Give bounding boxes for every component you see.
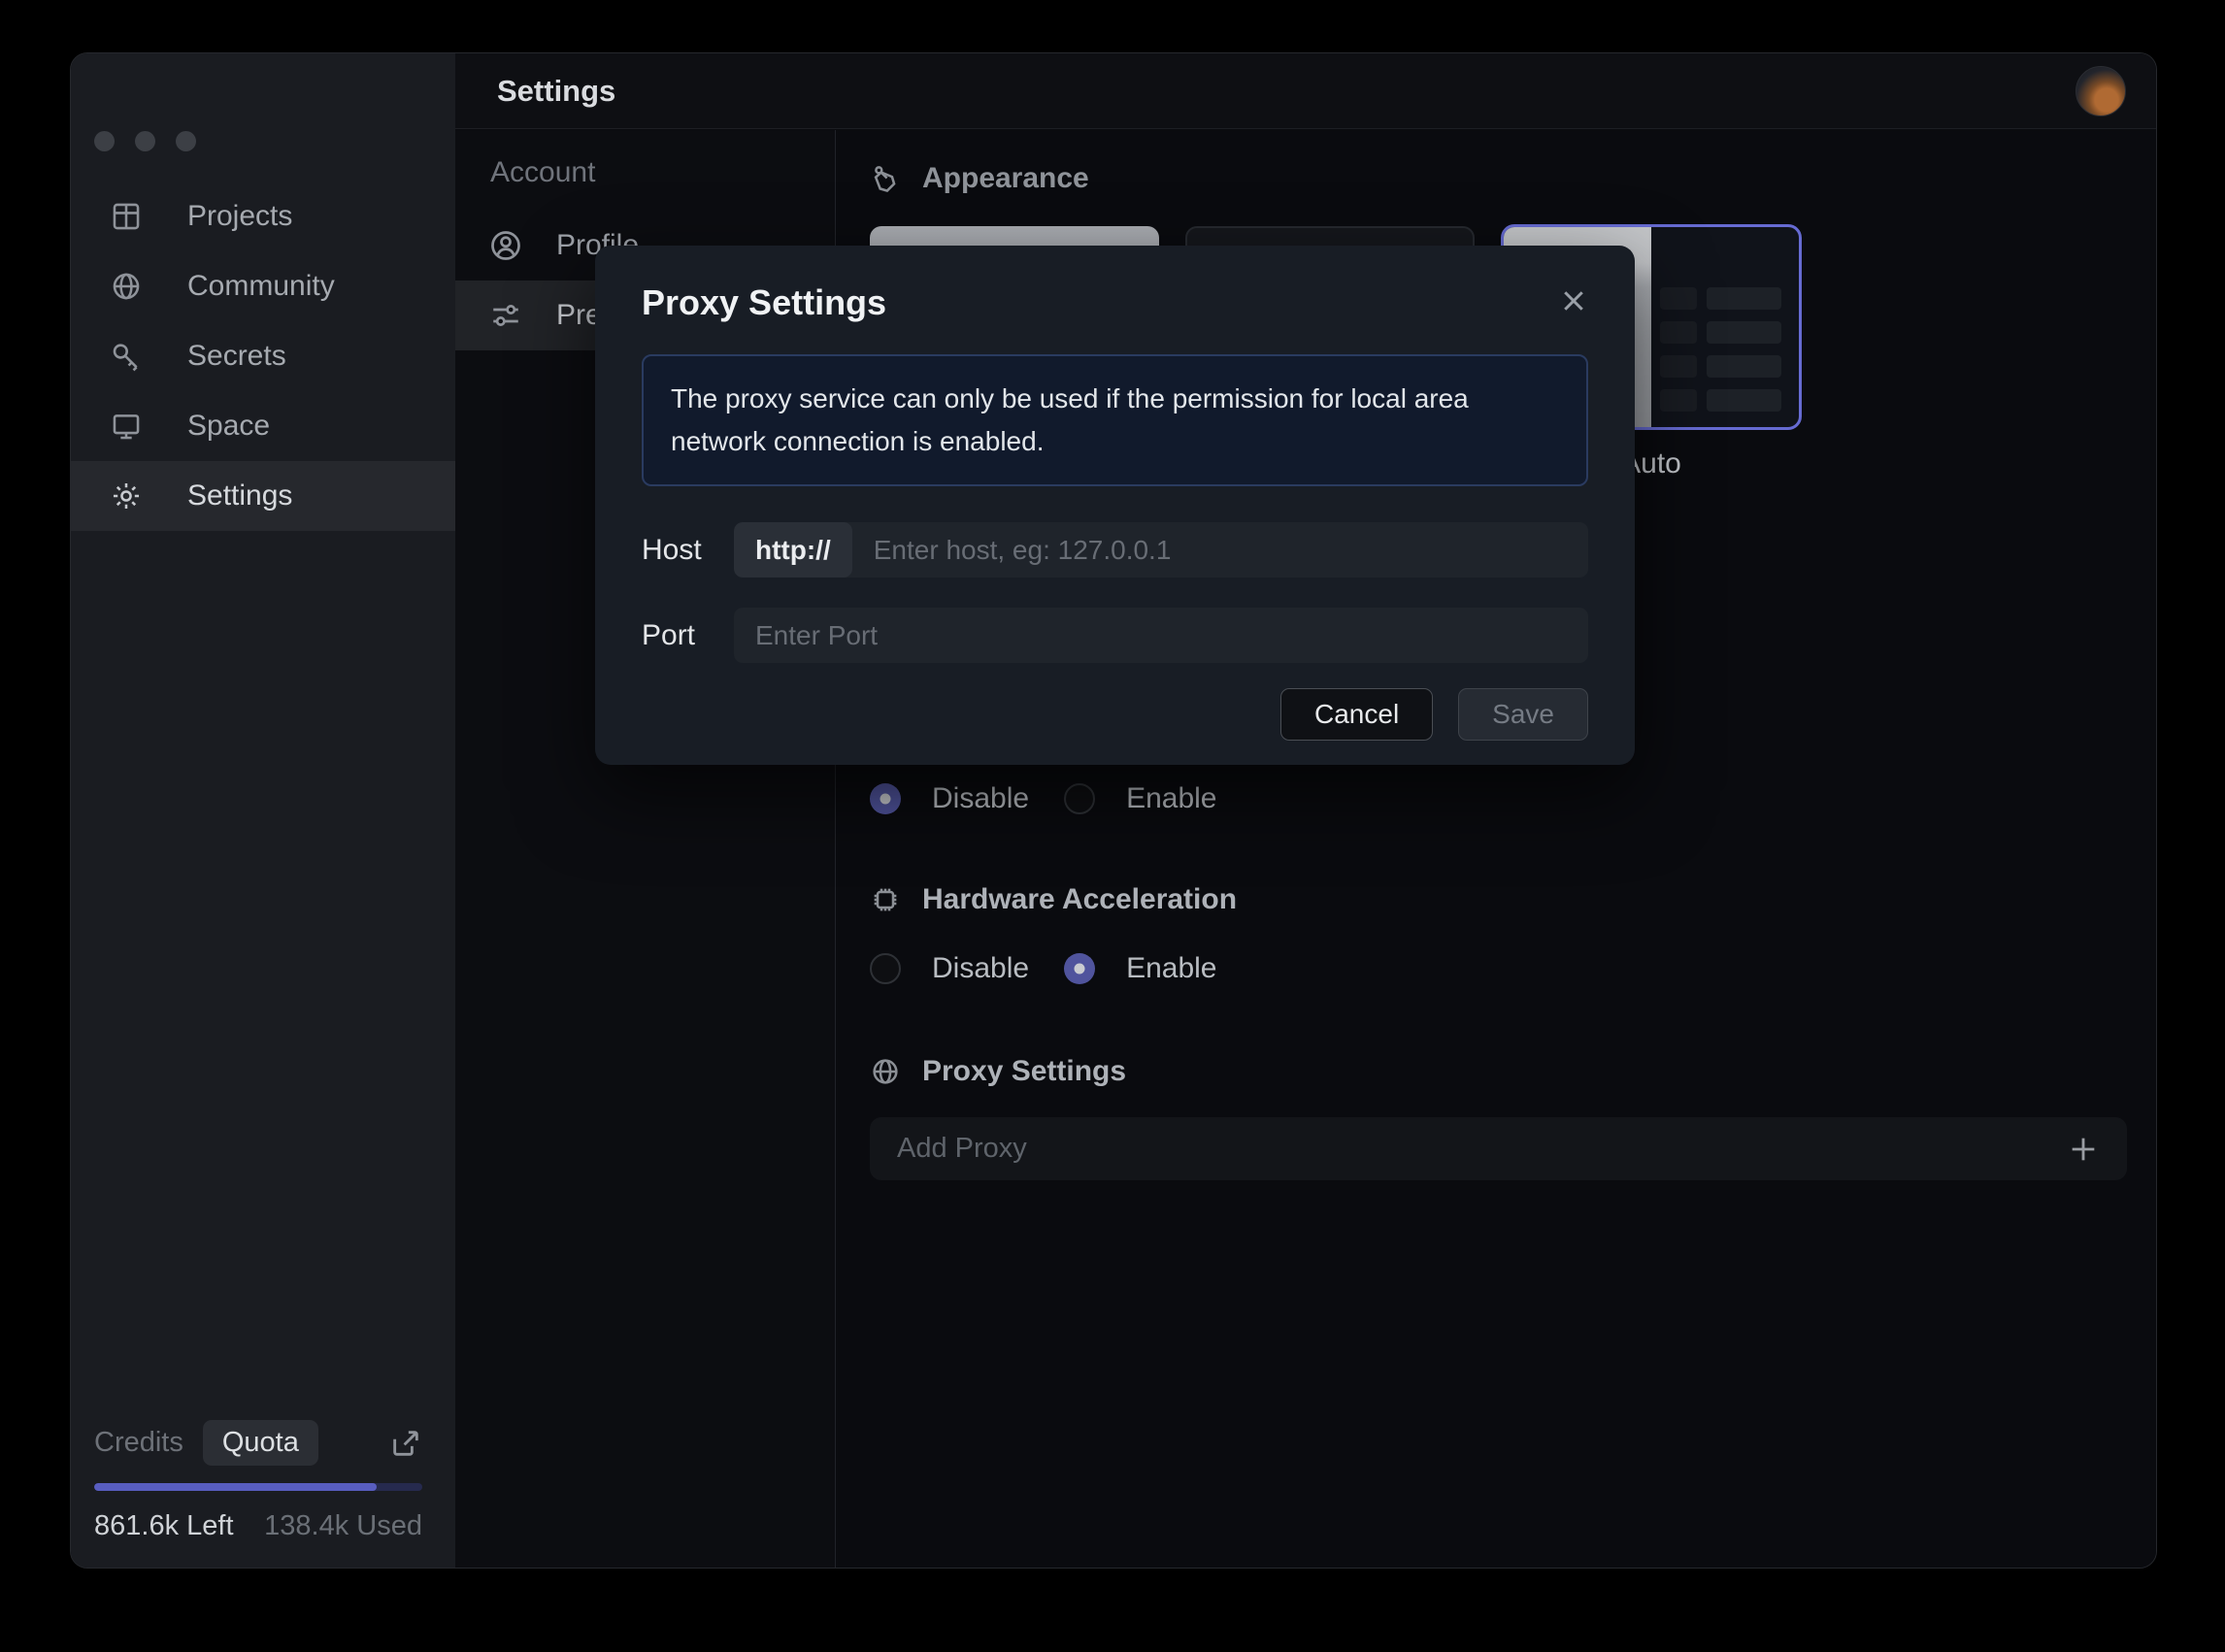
radio-group-1: Disable Enable — [870, 782, 2127, 815]
person-icon — [488, 228, 523, 263]
radio-group-hardware: Disable Enable — [870, 952, 2127, 985]
radio-label: Disable — [932, 952, 1029, 985]
sidebar-item-label: Settings — [187, 479, 292, 512]
radio-label: Disable — [932, 782, 1029, 815]
tab-credits[interactable]: Credits — [94, 1427, 183, 1459]
sidebar-item-settings[interactable]: Settings — [71, 461, 455, 531]
globe-icon — [870, 1056, 901, 1087]
proxy-section-header: Proxy Settings — [870, 1055, 2127, 1088]
radio-label: Enable — [1126, 952, 1216, 985]
minimize-window-button[interactable] — [135, 131, 155, 151]
credits-left-label: 861.6k Left — [94, 1510, 234, 1542]
sidebar-item-label: Space — [187, 410, 270, 443]
external-link-icon[interactable] — [389, 1427, 422, 1460]
close-window-button[interactable] — [94, 131, 115, 151]
ink-pen-icon — [870, 163, 901, 194]
traffic-lights — [94, 131, 196, 151]
appearance-section-header: Appearance — [870, 162, 2127, 195]
section-title: Proxy Settings — [922, 1055, 1126, 1088]
sidebar: Projects Community Secrets Space Setting… — [71, 53, 455, 1568]
radio-selected[interactable] — [1064, 953, 1095, 984]
section-title: Appearance — [922, 162, 1089, 195]
sidebar-item-label: Secrets — [187, 340, 286, 373]
radio-option-enable[interactable]: Enable — [1064, 782, 1216, 815]
port-field-row: Port — [642, 608, 1588, 663]
quota-progress-fill — [94, 1483, 377, 1491]
port-input[interactable] — [734, 620, 1588, 651]
port-label: Port — [642, 619, 734, 652]
monitor-icon — [110, 410, 143, 443]
settings-section-label: Account — [490, 156, 835, 189]
radio-selected[interactable] — [870, 783, 901, 814]
avatar[interactable] — [2076, 66, 2126, 116]
radio-label: Enable — [1126, 782, 1216, 815]
port-input-box — [734, 608, 1588, 663]
radio-option-disable[interactable]: Disable — [870, 952, 1029, 985]
sidebar-item-secrets[interactable]: Secrets — [71, 321, 455, 391]
add-proxy-row[interactable]: Add Proxy — [870, 1117, 2127, 1180]
add-proxy-label: Add Proxy — [897, 1133, 1027, 1165]
tab-quota[interactable]: Quota — [203, 1420, 318, 1466]
radio-unselected[interactable] — [1064, 783, 1095, 814]
zoom-window-button[interactable] — [176, 131, 196, 151]
sidebar-item-label: Projects — [187, 200, 292, 233]
proxy-settings-modal: Proxy Settings The proxy service can onl… — [595, 246, 1635, 765]
app-header: Settings — [455, 53, 2156, 129]
host-label: Host — [642, 534, 734, 567]
host-input[interactable] — [852, 535, 1588, 566]
sliders-icon — [488, 298, 523, 333]
globe-icon — [110, 270, 143, 303]
gear-icon — [110, 479, 143, 512]
host-field-row: Host http:// — [642, 522, 1588, 578]
quota-progress — [94, 1483, 422, 1491]
radio-option-enable[interactable]: Enable — [1064, 952, 1216, 985]
radio-option-disable[interactable]: Disable — [870, 782, 1029, 815]
screen: Projects Community Secrets Space Setting… — [0, 0, 2225, 1652]
sidebar-item-space[interactable]: Space — [71, 391, 455, 461]
hardware-acceleration-header: Hardware Acceleration — [870, 883, 2127, 916]
sidebar-item-label: Community — [187, 270, 335, 303]
host-prefix: http:// — [734, 522, 852, 578]
auto-card-preview-rows — [1660, 287, 1781, 412]
close-icon[interactable] — [1559, 286, 1588, 315]
radio-unselected[interactable] — [870, 953, 901, 984]
proxy-info-message: The proxy service can only be used if th… — [642, 354, 1588, 486]
sidebar-item-community[interactable]: Community — [71, 251, 455, 321]
cancel-button[interactable]: Cancel — [1280, 688, 1433, 741]
sidebar-nav: Projects Community Secrets Space Setting… — [71, 182, 455, 531]
section-title: Hardware Acceleration — [922, 883, 1237, 916]
host-input-box: http:// — [734, 522, 1588, 578]
page-title: Settings — [497, 74, 615, 109]
credits-footer: Credits Quota 861.6k Left 138.4k Used — [94, 1420, 422, 1542]
credits-used-label: 138.4k Used — [264, 1510, 422, 1542]
chip-icon — [870, 884, 901, 915]
sidebar-item-projects[interactable]: Projects — [71, 182, 455, 251]
modal-title: Proxy Settings — [642, 282, 886, 323]
key-icon — [110, 340, 143, 373]
plus-icon[interactable] — [2067, 1133, 2100, 1166]
save-button[interactable]: Save — [1458, 688, 1588, 741]
grid-icon — [110, 200, 143, 233]
